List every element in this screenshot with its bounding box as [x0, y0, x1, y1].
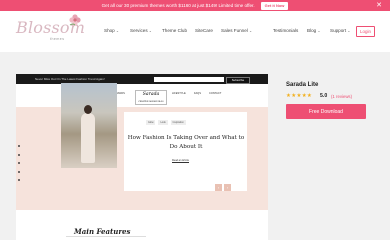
menu-services[interactable]: Services ⌄	[130, 28, 152, 33]
menu-sitecare[interactable]: SiteCare	[195, 28, 213, 33]
tag[interactable]: Look	[158, 120, 168, 125]
preview-menu-lifestyle[interactable]: LIFESTYLE	[172, 92, 186, 95]
menu-testimonials[interactable]: Testimonials	[273, 28, 298, 33]
flower-icon	[69, 14, 81, 26]
tag[interactable]: Glow	[146, 120, 156, 125]
menu-shop-label: Shop	[104, 28, 115, 33]
chevron-down-icon: ⌄	[317, 29, 321, 33]
chevron-down-icon: ⌄	[148, 29, 152, 33]
preview-hero: Glow Look Inspiration How Fashion Is Tak…	[16, 107, 268, 210]
preview-read-more-link[interactable]: Read an Article	[172, 159, 189, 163]
preview-topbar: Never Miss Out On The Latest Fashion Tre…	[16, 74, 268, 84]
promo-text: Get all our 30 premium themes worth $116…	[101, 3, 255, 8]
preview-hero-title[interactable]: How Fashion Is Taking Over and What to D…	[126, 134, 246, 152]
photo-head	[84, 105, 92, 114]
menu-blog[interactable]: Blog ⌄	[307, 28, 320, 33]
promo-bar: Get all our 30 premium themes worth $116…	[0, 0, 390, 11]
menu-services-label: Services	[130, 28, 148, 33]
menu-blog-label: Blog	[307, 28, 317, 33]
preview-social-icons	[18, 145, 20, 188]
theme-preview[interactable]: Never Miss Out On The Latest Fashion Tre…	[16, 74, 268, 240]
social-icon[interactable]	[18, 153, 20, 156]
preview-hero-photo	[61, 83, 117, 168]
menu-sales-funnel-label: Sales Funnel	[221, 28, 248, 33]
chevron-down-icon: ⌄	[249, 29, 253, 33]
logo-sub: themes	[50, 37, 65, 41]
preview-section-title: Main Features	[74, 227, 131, 236]
preview-logo-tagline: CREATIVE FASHION BLOG	[138, 101, 164, 103]
site-logo[interactable]: Blossom themes	[16, 14, 88, 46]
preview-site-logo[interactable]: Sarada CREATIVE FASHION BLOG	[135, 90, 167, 105]
header-nav: Blossom themes Shop ⌄ Services ⌄ Theme C…	[0, 11, 390, 52]
menu-shop[interactable]: Shop ⌄	[104, 28, 119, 33]
divider	[66, 236, 146, 237]
preview-email-input[interactable]	[154, 76, 224, 82]
chevron-down-icon: ⌄	[347, 29, 351, 33]
star-icon: ★★★★★	[286, 93, 313, 99]
close-icon[interactable]: ✕	[376, 1, 382, 9]
reviews-link[interactable]: (1 reviews)	[331, 94, 352, 99]
product-name: Sarada Lite	[286, 82, 319, 88]
social-icon[interactable]	[18, 170, 20, 173]
preview-menu-contact[interactable]: CONTACT	[209, 92, 221, 95]
preview-subscribe-button[interactable]: Subscribe	[226, 76, 250, 84]
preview-logo-word: Sarada	[142, 92, 160, 97]
chevron-down-icon: ⌄	[116, 29, 119, 33]
photo-figure	[81, 113, 95, 163]
preview-menu-faqs[interactable]: FAQS	[194, 92, 201, 95]
chevron-left-icon[interactable]: ‹	[215, 184, 222, 191]
social-icon[interactable]	[18, 162, 20, 164]
preview-tags: Glow Look Inspiration	[146, 120, 186, 125]
chevron-right-icon[interactable]: ›	[224, 184, 231, 191]
free-download-button[interactable]: Free Download	[286, 104, 366, 119]
promo-cta-button[interactable]: Get it Now	[260, 1, 289, 10]
preview-topbar-text: Never Miss Out On The Latest Fashion Tre…	[35, 77, 105, 81]
rating-score: 5.0	[320, 93, 328, 99]
login-button[interactable]: Login	[356, 26, 375, 37]
menu-theme-club[interactable]: Theme Club	[162, 28, 187, 33]
menu-sales-funnel[interactable]: Sales Funnel ⌄	[221, 28, 252, 33]
social-icon[interactable]	[18, 179, 20, 181]
tag[interactable]: Inspiration	[170, 120, 186, 125]
menu-support-label: Support	[330, 28, 347, 33]
social-icon[interactable]	[18, 145, 20, 147]
menu-support[interactable]: Support ⌄	[330, 28, 350, 33]
